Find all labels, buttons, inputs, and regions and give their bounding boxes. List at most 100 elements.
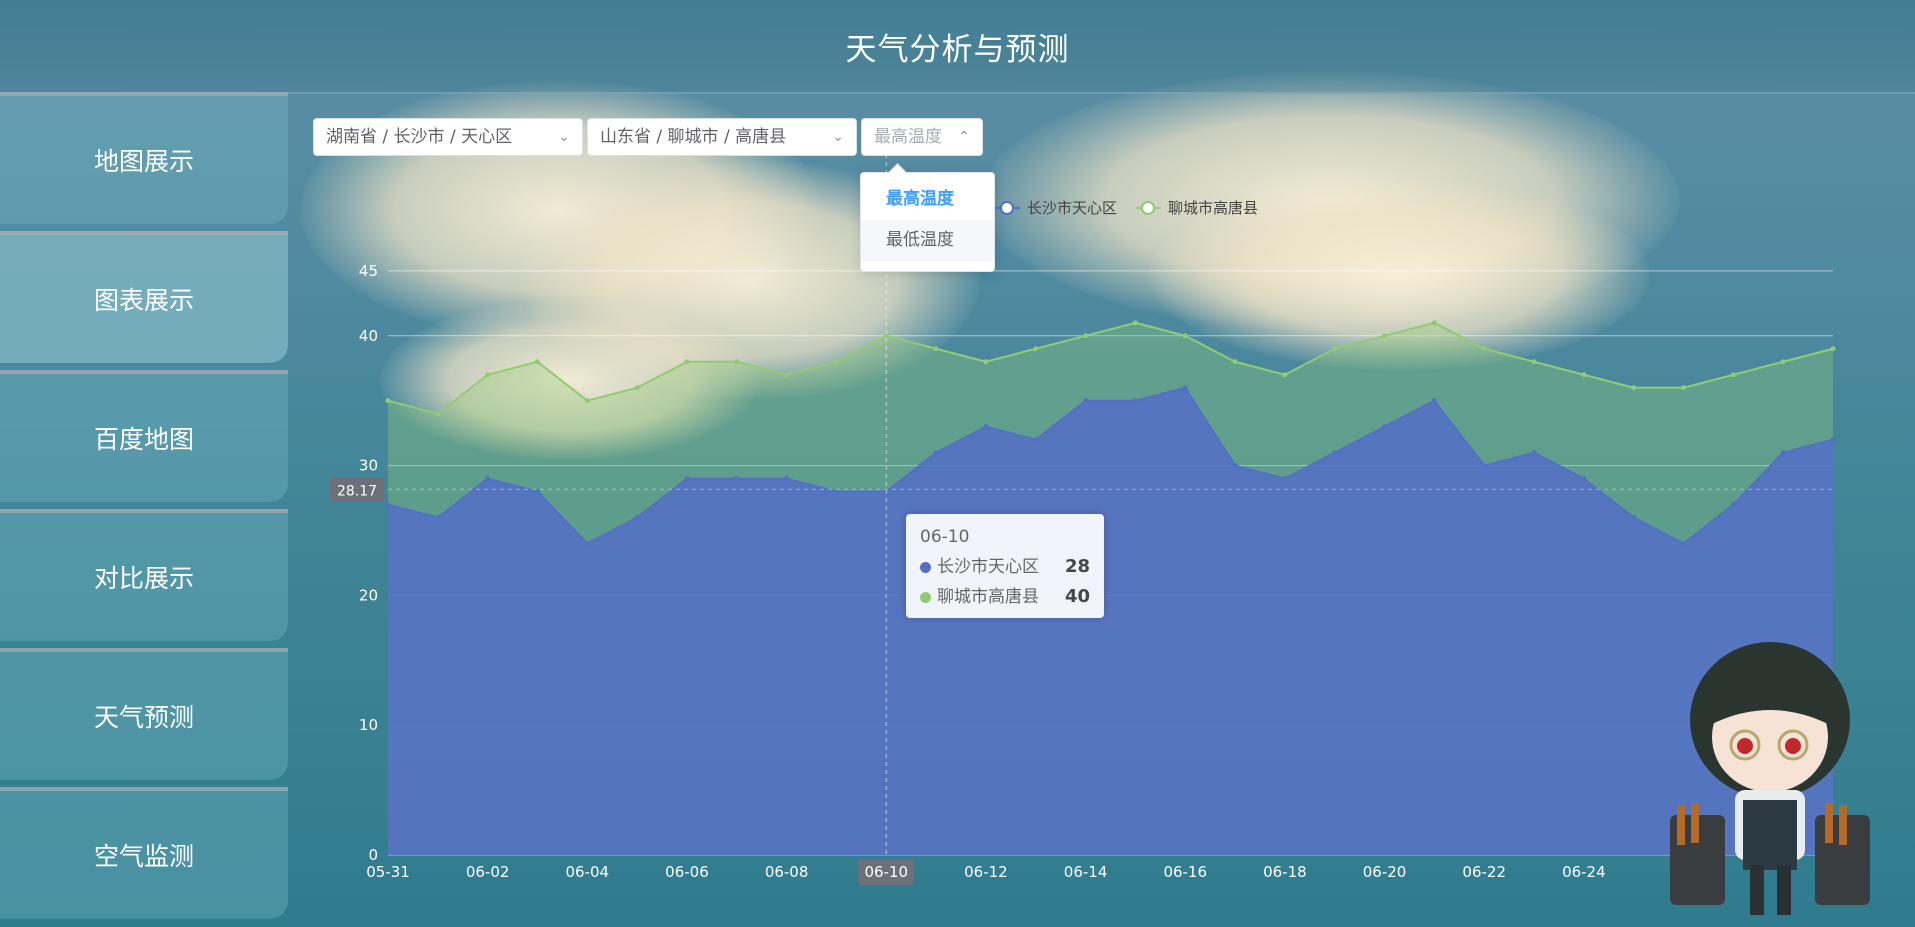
x-tick-label: 06-16 (1163, 863, 1207, 881)
metric-select[interactable]: 最高温度 ⌃ (861, 118, 983, 156)
mascot-character-image (1670, 642, 1870, 915)
legend-marker-icon (1141, 201, 1155, 215)
data-point (734, 359, 740, 365)
data-point (584, 540, 590, 546)
x-tick-label: 06-08 (765, 863, 809, 881)
metric-dropdown: 最高温度 最低温度 (860, 163, 995, 272)
data-point (1182, 385, 1188, 391)
y-tick-label: 40 (359, 327, 378, 345)
y-tick-label: 20 (359, 586, 378, 604)
data-point (1780, 359, 1786, 365)
y-tick-label: 45 (359, 262, 378, 280)
data-point (1730, 372, 1736, 378)
data-point (983, 424, 989, 430)
series-dot-icon (920, 591, 931, 603)
data-point (1083, 398, 1089, 404)
data-point (1481, 346, 1487, 352)
y-pointer-label: 28.17 (337, 483, 377, 499)
data-point (485, 476, 491, 482)
x-tick-label: 06-20 (1363, 863, 1407, 881)
data-point (1581, 372, 1587, 378)
data-point (1232, 359, 1238, 365)
data-point (1830, 437, 1836, 443)
data-point (1232, 463, 1238, 469)
data-point (1730, 502, 1736, 508)
region-a-select[interactable]: 湖南省 / 长沙市 / 天心区 ⌄ (313, 118, 583, 156)
tooltip-series-name: 长沙市天心区 (937, 557, 1039, 577)
data-point (1332, 450, 1338, 456)
legend-label: 长沙市天心区 (1027, 199, 1117, 217)
y-tick-label: 0 (368, 846, 378, 864)
series-dot-icon (920, 561, 931, 573)
data-point (784, 476, 790, 482)
x-tick-label: 06-06 (665, 863, 709, 881)
chevron-down-icon: ⌄ (558, 129, 570, 145)
data-point (634, 385, 640, 391)
data-point (833, 359, 839, 365)
legend-marker-icon (1000, 201, 1014, 215)
tooltip-row: 聊城市高唐县 40 (920, 582, 1090, 612)
region-b-select[interactable]: 山东省 / 聊城市 / 高唐县 ⌄ (587, 118, 857, 156)
data-point (933, 346, 939, 352)
tooltip-series-value: 28 (1064, 556, 1090, 577)
data-point (1431, 320, 1437, 326)
data-point (385, 502, 391, 508)
x-tick-label: 06-10 (864, 863, 908, 881)
region-a-value: 湖南省 / 长沙市 / 天心区 (326, 127, 513, 147)
data-point (485, 372, 491, 378)
x-tick-label: 05-31 (366, 863, 410, 881)
x-tick-label: 06-18 (1263, 863, 1307, 881)
legend-label: 聊城市高唐县 (1168, 199, 1258, 217)
data-point (1431, 398, 1437, 404)
data-point (1830, 346, 1836, 352)
x-tick-label: 06-02 (466, 863, 510, 881)
data-point (1531, 450, 1537, 456)
metric-option-max[interactable]: 最高温度 (861, 179, 994, 220)
data-point (1332, 346, 1338, 352)
data-point (1531, 359, 1537, 365)
x-tick-label: 06-12 (964, 863, 1008, 881)
tooltip-title: 06-10 (920, 527, 970, 547)
y-tick-label: 30 (359, 457, 378, 475)
data-point (784, 372, 790, 378)
data-point (584, 398, 590, 404)
data-point (1282, 476, 1288, 482)
data-point (385, 398, 391, 404)
data-point (1033, 437, 1039, 443)
chevron-down-icon: ⌄ (832, 129, 844, 145)
data-point (983, 359, 989, 365)
data-point (1132, 320, 1138, 326)
data-point (435, 411, 441, 417)
y-tick-label: 10 (359, 716, 378, 734)
data-point (684, 476, 690, 482)
data-point (1382, 424, 1388, 430)
tooltip-series-value: 40 (1064, 586, 1090, 607)
region-b-value: 山东省 / 聊城市 / 高唐县 (600, 127, 787, 147)
x-tick-label: 06-22 (1462, 863, 1506, 881)
data-point (1780, 450, 1786, 456)
x-tick-label: 06-04 (566, 863, 610, 881)
data-point (634, 515, 640, 521)
chart-tooltip: 06-10 长沙市天心区 28 聊城市高唐县 40 (906, 514, 1104, 618)
x-tick-label: 06-24 (1562, 863, 1606, 881)
data-point (435, 515, 441, 521)
tooltip-series-name: 聊城市高唐县 (937, 587, 1039, 607)
data-point (1132, 398, 1138, 404)
data-point (1033, 346, 1039, 352)
data-point (933, 450, 939, 456)
data-point (734, 476, 740, 482)
data-point (1481, 463, 1487, 469)
data-point (1631, 515, 1637, 521)
data-point (534, 359, 540, 365)
x-tick-label: 06-14 (1064, 863, 1108, 881)
data-point (1631, 385, 1637, 391)
data-point (1282, 372, 1288, 378)
metric-option-min[interactable]: 最低温度 (861, 220, 994, 261)
data-point (1681, 385, 1687, 391)
data-point (1581, 476, 1587, 482)
data-point (684, 359, 690, 365)
chevron-up-icon: ⌃ (958, 129, 970, 145)
tooltip-row: 长沙市天心区 28 (920, 552, 1090, 582)
data-point (1681, 540, 1687, 546)
data-point (1083, 333, 1089, 339)
